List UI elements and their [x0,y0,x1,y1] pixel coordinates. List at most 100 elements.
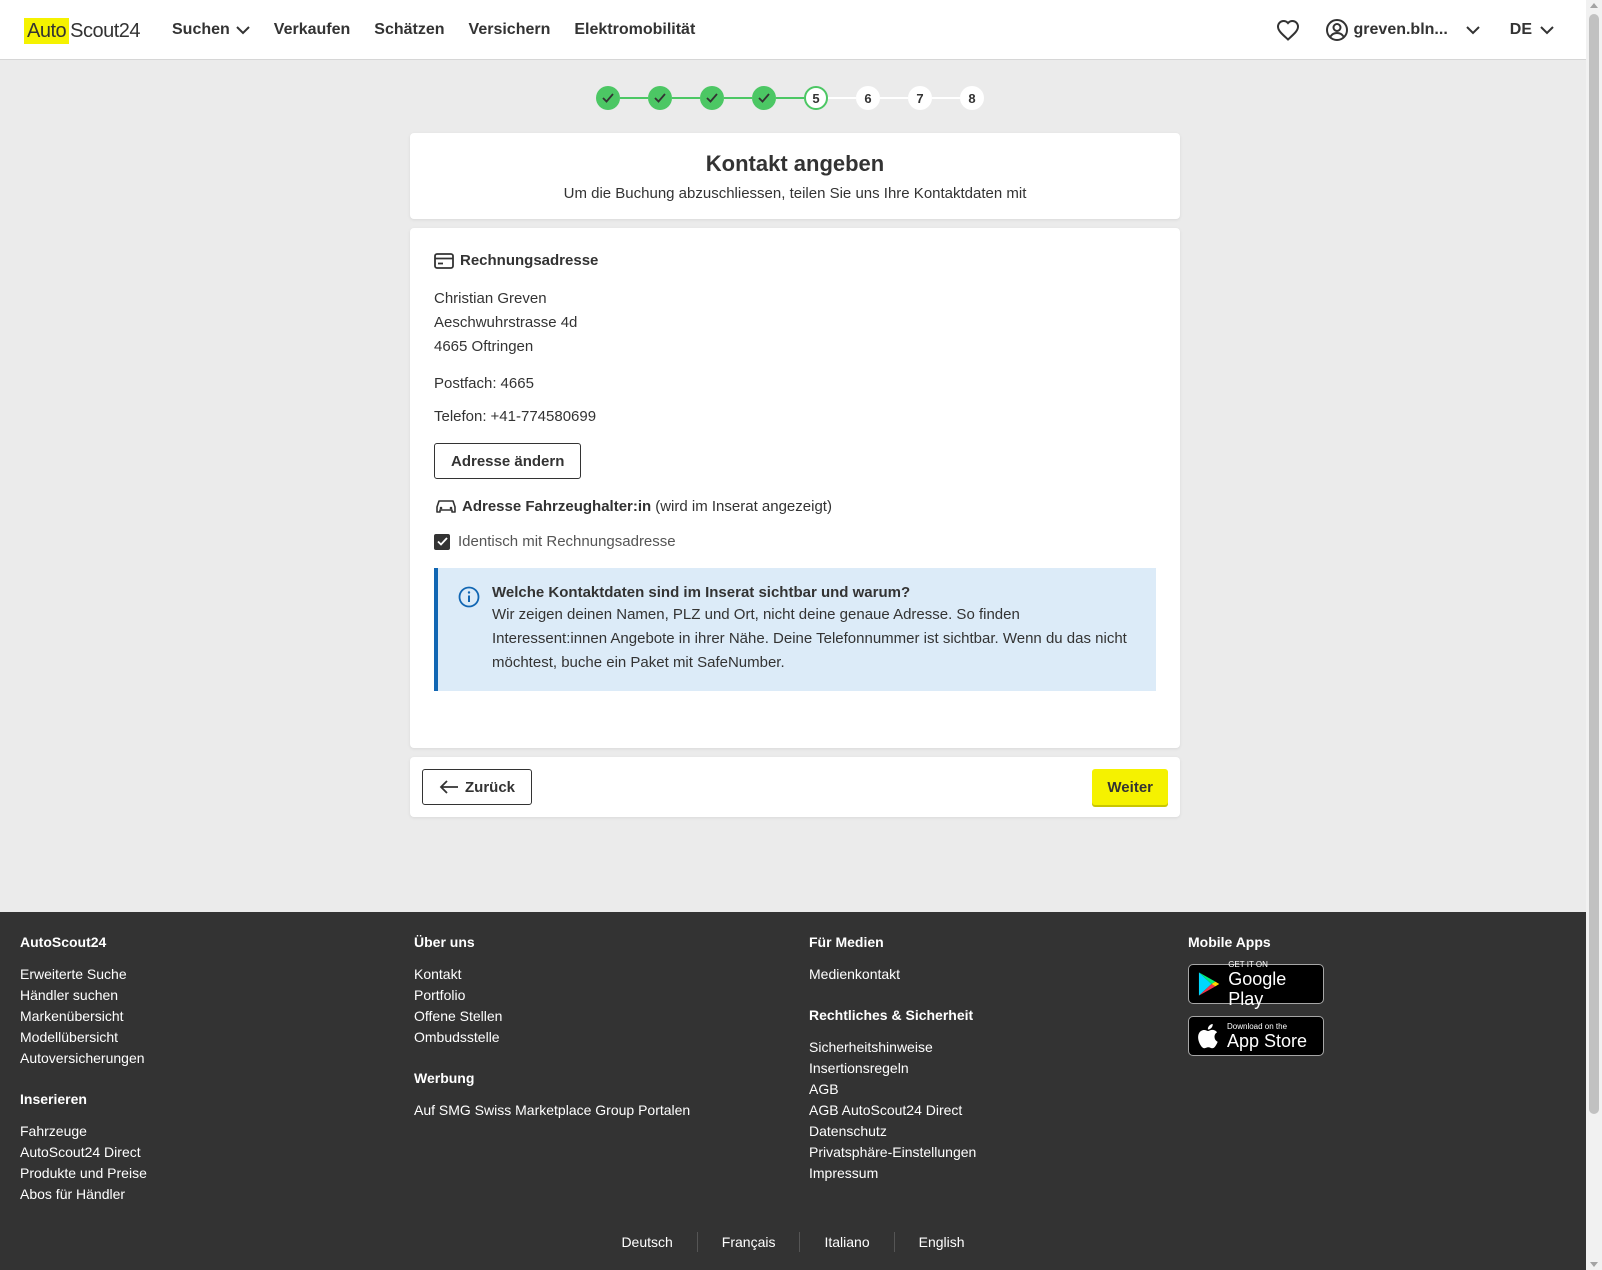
user-circle-icon [1325,19,1348,41]
footer-heading: Rechtliches & Sicherheit [809,1007,974,1023]
vehicle-holder-note: (wird im Inserat angezeigt) [655,497,832,515]
footer-heading: Werbung [414,1070,475,1086]
page-scrollbar[interactable] [1586,0,1602,1270]
footer-link-autoscout24-direct[interactable]: AutoScout24 Direct [20,1142,147,1163]
billing-street: Aeschwuhrstrasse 4d [434,314,578,331]
header-right: greven.bln... DE [1276,0,1554,60]
lang-english[interactable]: English [895,1232,989,1252]
footer-link-modelluebersicht[interactable]: Modellübersicht [20,1027,147,1048]
step-connector [880,97,908,99]
footer-link-markenuebersicht[interactable]: Markenübersicht [20,1006,147,1027]
nav-schaetzen[interactable]: Schätzen [374,21,444,39]
footer-link-abos-haendler[interactable]: Abos für Händler [20,1184,147,1205]
app-store-small: Download on the [1227,1021,1288,1031]
chevron-down-icon [236,25,250,34]
footer-link-portfolio[interactable]: Portfolio [414,985,690,1006]
step-1-done [596,86,620,110]
nav-verkaufen[interactable]: Verkaufen [274,21,350,39]
logo-auto: Auto [24,18,70,44]
user-menu[interactable]: greven.bln... [1325,19,1480,41]
footer-link-insertionsregeln[interactable]: Insertionsregeln [809,1058,976,1079]
step-2-done [648,86,672,110]
apple-icon [1198,1024,1218,1049]
google-play-big: Google Play [1228,968,1287,1009]
back-button-label: Zurück [465,778,516,796]
footer-col-ueber-uns: Über uns Kontakt Portfolio Offene Stelle… [414,934,690,1121]
page-title: Kontakt angeben [705,151,885,176]
footer-col-autoscout24: AutoScout24 Erweiterte Suche Händler suc… [20,934,147,1205]
nav-elektromobilitaet[interactable]: Elektromobilität [574,21,695,39]
check-icon [654,93,666,103]
site-footer: AutoScout24 Erweiterte Suche Händler suc… [0,912,1586,1270]
step-connector [724,97,752,99]
footer-link-medienkontakt[interactable]: Medienkontakt [809,964,976,985]
logo-scout: Scout24 [70,20,141,42]
footer-heading: Über uns [414,934,475,950]
autoscout24-logo[interactable]: Auto Scout24 [24,18,141,44]
user-name: greven.bln... [1353,21,1448,38]
google-play-badge[interactable]: GET IT ON Google Play [1188,960,1324,1009]
footer-link-smg-portale[interactable]: Auf SMG Swiss Marketplace Group Portalen [414,1100,690,1121]
google-play-icon [1198,972,1220,996]
lang-francais[interactable]: Français [698,1232,801,1252]
heart-icon[interactable] [1276,19,1300,41]
nav-versichern[interactable]: Versichern [469,21,551,39]
same-as-billing-checkbox[interactable] [434,533,450,550]
lang-deutsch[interactable]: Deutsch [597,1232,698,1252]
contact-visibility-info: Welche Kontaktdaten sind im Inserat sich… [434,568,1156,691]
step-connector [932,97,960,99]
footer-link-fahrzeuge[interactable]: Fahrzeuge [20,1121,147,1142]
step-7: 7 [908,86,932,110]
step-6: 6 [856,86,880,110]
telefon-line: Telefon: +41-774580699 [434,408,1156,425]
check-icon [706,93,718,103]
info-text: Wir zeigen deinen Namen, PLZ und Ort, ni… [492,606,1127,671]
nav-suchen[interactable]: Suchen [172,21,250,39]
check-icon [436,537,448,546]
billing-address-heading: Rechnungsadresse [434,252,1156,269]
change-address-button[interactable]: Adresse ändern [434,443,582,479]
check-icon [758,93,770,103]
footer-link-erweiterte-suche[interactable]: Erweiterte Suche [20,964,147,985]
billing-address-heading-label: Rechnungsadresse [460,252,599,269]
footer-link-haendler-suchen[interactable]: Händler suchen [20,985,147,1006]
step-5-current: 5 [804,86,828,110]
footer-col-mobile-apps: Mobile Apps GET IT ON Google Play Downlo… [1188,934,1324,1068]
main-nav: Suchen Verkaufen Schätzen Versichern Ele… [172,0,719,60]
check-icon [602,93,614,103]
footer-link-agb[interactable]: AGB [809,1079,976,1100]
footer-link-offene-stellen[interactable]: Offene Stellen [414,1006,690,1027]
footer-link-datenschutz[interactable]: Datenschutz [809,1121,976,1142]
arrow-left-icon [439,780,458,794]
scroll-thumb[interactable] [1589,14,1599,1114]
next-button[interactable]: Weiter [1092,769,1168,805]
footer-heading: AutoScout24 [20,934,107,950]
step-connector [620,97,648,99]
footer-link-privatsphaere[interactable]: Privatsphäre-Einstellungen [809,1142,976,1163]
footer-link-produkte-preise[interactable]: Produkte und Preise [20,1163,147,1184]
vehicle-holder-label: Adresse Fahrzeughalter:in [462,497,652,515]
telefon-label: Telefon: [434,408,487,425]
postfach-value: 4665 [500,375,534,392]
info-title: Welche Kontaktdaten sind im Inserat sich… [492,584,911,601]
footer-link-impressum[interactable]: Impressum [809,1163,976,1184]
language-selector[interactable]: DE [1510,21,1554,39]
scroll-down-arrow[interactable] [1590,1262,1598,1267]
same-as-billing-row[interactable]: Identisch mit Rechnungsadresse [434,533,1156,550]
billing-city: 4665 Oftringen [434,338,534,355]
back-button[interactable]: Zurück [422,769,533,805]
footer-link-sicherheitshinweise[interactable]: Sicherheitshinweise [809,1037,976,1058]
credit-card-icon [434,252,454,269]
footer-link-autoversicherungen[interactable]: Autoversicherungen [20,1048,147,1069]
step-connector [776,97,804,99]
telefon-value: +41-774580699 [490,408,597,425]
postfach-label: Postfach: [434,375,497,392]
app-store-big: App Store [1227,1030,1308,1051]
progress-stepper: 5 6 7 8 [596,86,984,110]
footer-link-agb-direct[interactable]: AGB AutoScout24 Direct [809,1100,976,1121]
scroll-up-arrow[interactable] [1590,3,1598,8]
app-store-badge[interactable]: Download on the App Store [1188,1016,1324,1056]
footer-link-kontakt[interactable]: Kontakt [414,964,690,985]
footer-link-ombudsstelle[interactable]: Ombudsstelle [414,1027,690,1048]
lang-italiano[interactable]: Italiano [800,1232,895,1252]
